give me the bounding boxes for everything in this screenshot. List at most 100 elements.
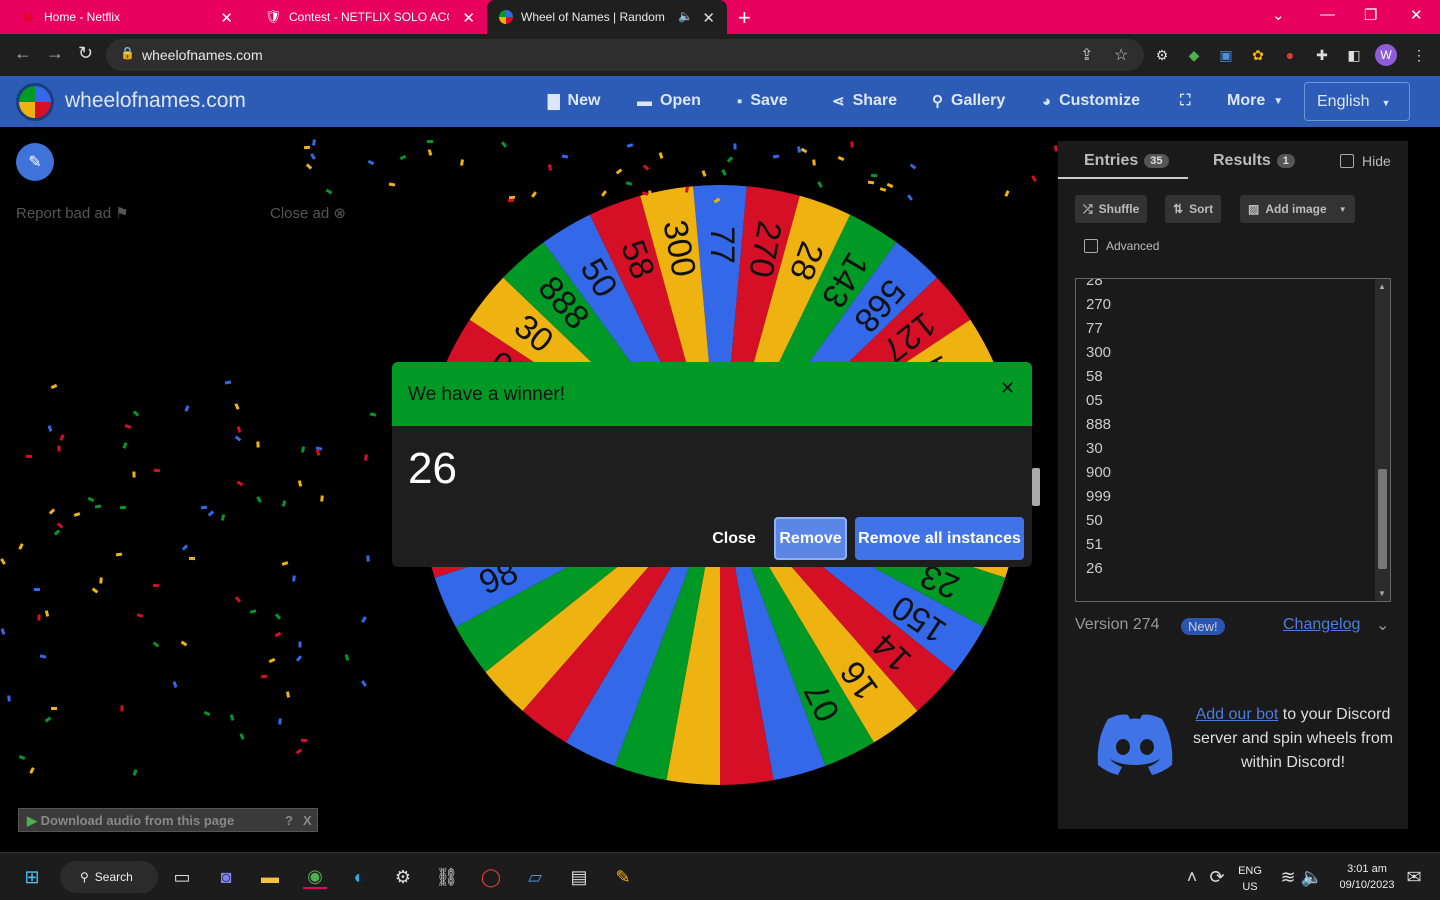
kebab-menu-icon[interactable]: ⋮ xyxy=(1410,46,1428,64)
settings-gear-icon[interactable]: ⚙ xyxy=(391,865,415,889)
notepad-icon[interactable]: ▤ xyxy=(567,865,591,889)
network-app-icon[interactable]: ⛓ xyxy=(435,865,459,889)
puzzle-icon[interactable]: ✚ xyxy=(1313,46,1331,64)
language-select[interactable]: English ▼ xyxy=(1304,82,1410,121)
entries-textarea[interactable]: 28 270 77 300 58 05 888 30 900 999 50 51 26 ▲ ▼ xyxy=(1075,278,1391,602)
changelog-link[interactable]: Changelog xyxy=(1283,616,1360,634)
wheel-logo-icon[interactable] xyxy=(16,83,54,121)
confetti-piece xyxy=(235,596,242,603)
sync-icon[interactable]: ⟳ xyxy=(1205,865,1229,889)
windows-start-icon[interactable]: ⊞ xyxy=(20,865,44,889)
close-button[interactable]: Close xyxy=(704,517,764,560)
add-bot-link[interactable]: Add our bot xyxy=(1196,706,1279,723)
taskbar-search[interactable]: ⚲ Search xyxy=(60,861,158,893)
clock[interactable]: 3:01 am 09/10/2023 xyxy=(1334,861,1400,893)
confetti-piece xyxy=(119,505,127,510)
volume-icon[interactable]: 🔈 xyxy=(1300,865,1324,889)
site-name[interactable]: wheelofnames.com xyxy=(65,89,246,113)
add-image-button[interactable]: ▨ Add image ▼ xyxy=(1240,195,1355,223)
open-button[interactable]: ▬ Open xyxy=(637,92,701,110)
close-icon[interactable]: ✕ xyxy=(462,9,475,27)
scrollbar[interactable]: ▲ ▼ xyxy=(1375,279,1390,601)
confetti-piece xyxy=(274,613,282,621)
edit-pencil-button[interactable]: ✎ xyxy=(16,143,54,181)
speaker-icon[interactable]: 🔈 xyxy=(678,9,693,23)
tab-search-chevron-icon[interactable]: ⌄ xyxy=(1272,6,1285,24)
forward-button[interactable]: → xyxy=(46,43,64,64)
confetti-piece xyxy=(303,145,311,150)
entries-count-badge: 35 xyxy=(1144,154,1169,168)
scrollbar-thumb[interactable] xyxy=(1378,469,1387,569)
minimize-button[interactable]: — xyxy=(1320,6,1335,23)
language-indicator[interactable]: ENG US xyxy=(1236,863,1264,895)
task-view-icon[interactable]: ▭ xyxy=(170,865,194,889)
chat-icon[interactable]: ◙ xyxy=(214,865,238,889)
sort-button[interactable]: ⇅ Sort xyxy=(1165,195,1222,223)
extension-icon[interactable]: ▣ xyxy=(1217,46,1235,64)
more-button[interactable]: More ▼ xyxy=(1227,92,1283,110)
url-text[interactable]: wheelofnames.com xyxy=(142,47,263,63)
address-bar[interactable]: 🔒 wheelofnames.com ⇪ ☆ xyxy=(106,39,1144,71)
lock-icon[interactable]: 🔒 xyxy=(120,46,135,60)
extension-icon[interactable]: ● xyxy=(1281,46,1299,64)
chevron-up-icon[interactable]: ˄ xyxy=(1180,865,1204,889)
palette-icon: ◕ xyxy=(1042,92,1052,110)
remove-button[interactable]: Remove xyxy=(774,517,847,560)
confetti-piece xyxy=(152,583,159,588)
extension-icon[interactable]: ⚙ xyxy=(1153,46,1171,64)
close-icon[interactable]: X xyxy=(303,813,312,828)
gallery-button[interactable]: ⚲ Gallery xyxy=(932,92,1005,110)
bookmark-star-icon[interactable]: ☆ xyxy=(1114,45,1128,65)
chevron-down-icon[interactable]: ⌄ xyxy=(1376,615,1389,635)
window-close-button[interactable]: ✕ xyxy=(1410,6,1423,24)
wifi-icon[interactable]: ≋ xyxy=(1276,865,1300,889)
avatar[interactable]: W xyxy=(1375,44,1397,66)
shuffle-button[interactable]: ⤮ Shuffle xyxy=(1075,195,1148,223)
back-button[interactable]: ← xyxy=(14,43,32,64)
scroll-up-icon[interactable]: ▲ xyxy=(1378,282,1386,291)
scroll-down-icon[interactable]: ▼ xyxy=(1378,589,1386,598)
list-item: 300 xyxy=(1086,344,1112,361)
checkbox-box[interactable] xyxy=(1340,154,1354,168)
checkbox-box[interactable] xyxy=(1084,239,1098,253)
reload-button[interactable]: ↻ xyxy=(78,43,93,64)
new-button[interactable]: ▇ New xyxy=(548,92,600,110)
side-panel-icon[interactable]: ◧ xyxy=(1345,46,1363,64)
advanced-checkbox[interactable]: Advanced xyxy=(1084,239,1159,253)
confetti-piece xyxy=(726,156,733,163)
notification-icon[interactable]: ✉ xyxy=(1402,865,1426,889)
help-icon[interactable]: ? xyxy=(285,813,293,828)
close-icon[interactable]: ✕ xyxy=(702,9,715,27)
close-icon[interactable]: ✕ xyxy=(220,9,233,27)
close-ad-link[interactable]: Close ad ⊗ xyxy=(270,204,346,222)
report-bad-ad-link[interactable]: Report bad ad ⚑ xyxy=(16,204,129,222)
opera-icon[interactable]: ◯ xyxy=(479,865,503,889)
share-page-icon[interactable]: ⇪ xyxy=(1080,45,1093,65)
tab-results[interactable]: Results 1 xyxy=(1213,152,1295,170)
save-button[interactable]: ▪ Save xyxy=(737,92,788,110)
tab-contest[interactable]: 🛡 Contest - NETFLIX SOLO ACCOU ✕ xyxy=(245,0,487,34)
confetti-piece xyxy=(256,496,262,504)
new-tab-button[interactable]: + xyxy=(738,5,751,31)
tab-wheel-of-names[interactable]: Wheel of Names | Random n 🔈 ✕ xyxy=(487,0,727,34)
fullscreen-button[interactable]: ⛶ xyxy=(1180,92,1191,109)
paint-icon[interactable]: ✎ xyxy=(611,865,635,889)
download-audio-bar[interactable]: ▶ Download audio from this page ? X xyxy=(18,808,318,832)
extension-icon[interactable]: ◆ xyxy=(1185,46,1203,64)
extension-icon[interactable]: ✿ xyxy=(1249,46,1267,64)
edge-icon[interactable]: ◐ xyxy=(347,865,371,889)
share-button[interactable]: ⋖ Share xyxy=(832,92,897,110)
app-icon[interactable]: ▱ xyxy=(523,865,547,889)
restore-button[interactable]: ❐ xyxy=(1364,6,1377,24)
confetti-piece xyxy=(501,141,508,149)
file-explorer-icon[interactable]: ▬ xyxy=(258,865,282,889)
close-circle-icon: ⊗ xyxy=(333,205,346,222)
hide-checkbox[interactable]: Hide xyxy=(1340,153,1391,169)
remove-all-instances-button[interactable]: Remove all instances xyxy=(855,517,1024,560)
tab-netflix-home[interactable]: N Home - Netflix ✕ xyxy=(0,0,245,34)
customize-button[interactable]: ◕ Customize xyxy=(1042,92,1140,110)
confetti-piece xyxy=(120,705,124,712)
close-icon[interactable]: ✕ xyxy=(1000,378,1015,399)
chrome-icon[interactable]: ◉ xyxy=(303,865,327,889)
tab-entries[interactable]: Entries 35 xyxy=(1084,152,1169,170)
